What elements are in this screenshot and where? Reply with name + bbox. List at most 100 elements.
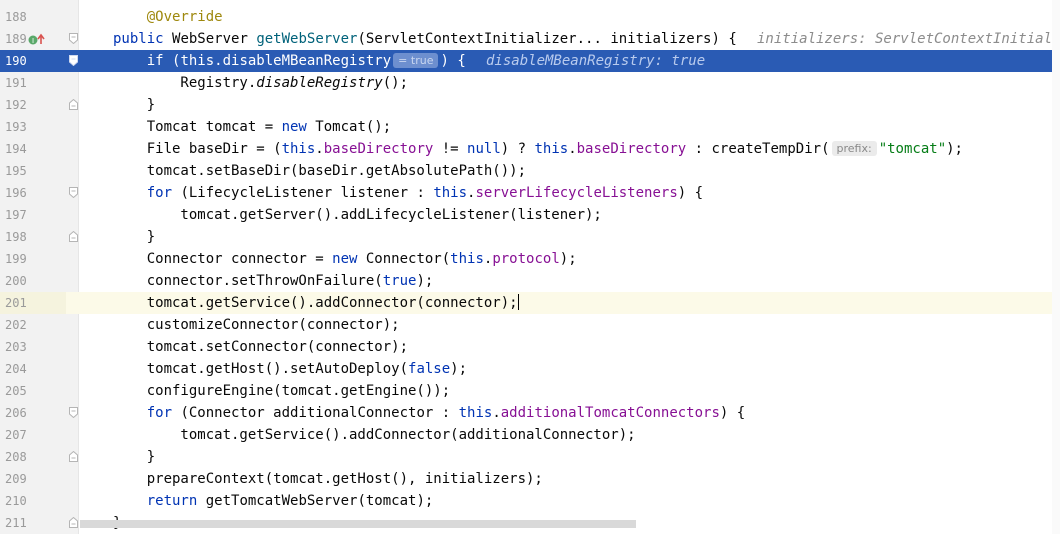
- code-text[interactable]: return getTomcatWebServer(tomcat);: [113, 490, 434, 512]
- code-line[interactable]: 200 connector.setThrowOnFailure(true);: [0, 270, 1060, 292]
- code-token: for: [146, 185, 181, 201]
- code-text[interactable]: for (LifecycleListener listener : this.s…: [113, 182, 703, 204]
- code-text[interactable]: prepareContext(tomcat.getHost(), initial…: [113, 468, 543, 490]
- code-text[interactable]: tomcat.getHost().setAutoDeploy(false);: [113, 358, 467, 380]
- line-number[interactable]: 200: [0, 270, 66, 292]
- code-text[interactable]: tomcat.setConnector(connector);: [113, 336, 408, 358]
- line-number[interactable]: 207: [0, 424, 66, 446]
- code-token: false: [408, 361, 451, 377]
- line-number[interactable]: 196: [0, 182, 66, 204]
- code-text[interactable]: tomcat.setBaseDir(baseDir.getAbsolutePat…: [113, 160, 526, 182]
- code-line[interactable]: 203 tomcat.setConnector(connector);: [0, 336, 1060, 358]
- code-token: (LifecycleListener listener :: [180, 185, 434, 201]
- code-token: "tomcat": [878, 141, 947, 157]
- fold-close-icon[interactable]: [69, 99, 78, 110]
- code-token: @Override: [113, 9, 223, 25]
- code-token: Registry.: [113, 75, 257, 91]
- code-line[interactable]: 188 @Override: [0, 6, 1060, 28]
- line-number[interactable]: 205: [0, 380, 66, 402]
- fold-close-icon[interactable]: [69, 451, 78, 462]
- code-line[interactable]: 202 customizeConnector(connector);: [0, 314, 1060, 336]
- code-line[interactable]: 195 tomcat.setBaseDir(baseDir.getAbsolut…: [0, 160, 1060, 182]
- code-token: }: [113, 97, 156, 113]
- code-line[interactable]: 209 prepareContext(tomcat.getHost(), ini…: [0, 468, 1060, 490]
- code-text[interactable]: tomcat.getService().addConnector(connect…: [113, 292, 519, 314]
- code-line[interactable]: 207 tomcat.getService().addConnector(add…: [0, 424, 1060, 446]
- fold-open-icon[interactable]: [69, 55, 78, 66]
- code-line[interactable]: 194 File baseDir = (this.baseDirectory !…: [0, 138, 1060, 160]
- code-line[interactable]: 199 Connector connector = new Connector(…: [0, 248, 1060, 270]
- code-line[interactable]: 206 for (Connector additionalConnector :…: [0, 402, 1060, 424]
- fold-open-icon[interactable]: [69, 33, 78, 44]
- code-line[interactable]: 193 Tomcat tomcat = new Tomcat();: [0, 116, 1060, 138]
- line-number[interactable]: 197: [0, 204, 66, 226]
- horizontal-scrollbar[interactable]: [80, 520, 636, 528]
- code-line[interactable]: 196 for (LifecycleListener listener : th…: [0, 182, 1060, 204]
- code-token: (ServletContextInitializer... initialize…: [357, 31, 737, 47]
- line-number[interactable]: 199: [0, 248, 66, 270]
- code-line[interactable]: 204 tomcat.getHost().setAutoDeploy(false…: [0, 358, 1060, 380]
- code-text[interactable]: Tomcat tomcat = new Tomcat();: [113, 116, 391, 138]
- code-token: this: [180, 53, 215, 69]
- code-text[interactable]: tomcat.getService().addConnector(additio…: [113, 424, 636, 446]
- code-token: tomcat.getService().addConnector(additio…: [113, 427, 636, 443]
- line-number[interactable]: 211: [0, 512, 66, 534]
- code-text[interactable]: for (Connector additionalConnector : thi…: [113, 402, 745, 424]
- code-line[interactable]: 189 Ipublic WebServer getWebServer(Servle…: [0, 28, 1060, 50]
- code-line[interactable]: 192 }: [0, 94, 1060, 116]
- code-editor[interactable]: 188 @Override 189 Ipublic WebServer getWeb…: [0, 0, 1060, 534]
- fold-open-icon[interactable]: [69, 407, 78, 418]
- code-text[interactable]: public WebServer getWebServer(ServletCon…: [113, 28, 737, 50]
- code-text[interactable]: @Override: [113, 6, 223, 28]
- code-line[interactable]: 197 tomcat.getServer().addLifecycleListe…: [0, 204, 1060, 226]
- code-text[interactable]: }: [113, 226, 155, 248]
- override-method-icon[interactable]: I: [28, 32, 48, 46]
- code-line[interactable]: 210 return getTomcatWebServer(tomcat);: [0, 490, 1060, 512]
- code-token: baseDirectory: [576, 141, 687, 157]
- fold-close-icon[interactable]: [69, 517, 78, 528]
- code-line[interactable]: 190 if (this.disableMBeanRegistry = true)…: [0, 50, 1060, 72]
- code-text[interactable]: Connector connector = new Connector(this…: [113, 248, 577, 270]
- code-token: );: [559, 251, 577, 267]
- code-token: (Connector additionalConnector :: [180, 405, 459, 421]
- fold-open-icon[interactable]: [69, 187, 78, 198]
- line-number[interactable]: 195: [0, 160, 66, 182]
- code-token: Connector(: [365, 251, 451, 267]
- code-text[interactable]: File baseDir = (this.baseDirectory != nu…: [113, 138, 963, 160]
- line-number[interactable]: 193: [0, 116, 66, 138]
- code-token: ) {: [677, 185, 704, 201]
- line-number[interactable]: 192: [0, 94, 66, 116]
- code-text[interactable]: }: [113, 94, 155, 116]
- code-token: new: [281, 119, 316, 135]
- code-token: new: [332, 251, 366, 267]
- line-number[interactable]: 194: [0, 138, 66, 160]
- line-number[interactable]: 198: [0, 226, 66, 248]
- code-line[interactable]: 198 }: [0, 226, 1060, 248]
- line-number[interactable]: 190: [0, 50, 66, 72]
- line-number[interactable]: 191: [0, 72, 66, 94]
- code-token: ) {: [719, 405, 746, 421]
- code-text[interactable]: if (this.disableMBeanRegistry = true) {: [113, 50, 466, 72]
- code-line[interactable]: 205 configureEngine(tomcat.getEngine());: [0, 380, 1060, 402]
- line-number[interactable]: 204: [0, 358, 66, 380]
- line-number[interactable]: 203: [0, 336, 66, 358]
- code-text[interactable]: connector.setThrowOnFailure(true);: [113, 270, 434, 292]
- code-line[interactable]: 191 Registry.disableRegistry();: [0, 72, 1060, 94]
- line-number[interactable]: 209: [0, 468, 66, 490]
- code-text[interactable]: configureEngine(tomcat.getEngine());: [113, 380, 450, 402]
- fold-close-icon[interactable]: [69, 231, 78, 242]
- vertical-scrollbar[interactable]: [1052, 0, 1060, 534]
- code-text[interactable]: Registry.disableRegistry();: [113, 72, 408, 94]
- code-text[interactable]: tomcat.getServer().addLifecycleListener(…: [113, 204, 601, 226]
- code-line[interactable]: 201 tomcat.getService().addConnector(con…: [0, 292, 1060, 314]
- code-text[interactable]: }: [113, 446, 155, 468]
- code-text[interactable]: customizeConnector(connector);: [113, 314, 400, 336]
- line-number[interactable]: 202: [0, 314, 66, 336]
- code-token: .: [568, 141, 577, 157]
- line-number[interactable]: 210: [0, 490, 66, 512]
- line-number[interactable]: 208: [0, 446, 66, 468]
- code-line[interactable]: 208 }: [0, 446, 1060, 468]
- line-number[interactable]: 206: [0, 402, 66, 424]
- line-number[interactable]: 188: [0, 6, 66, 28]
- line-number[interactable]: 201: [0, 292, 66, 314]
